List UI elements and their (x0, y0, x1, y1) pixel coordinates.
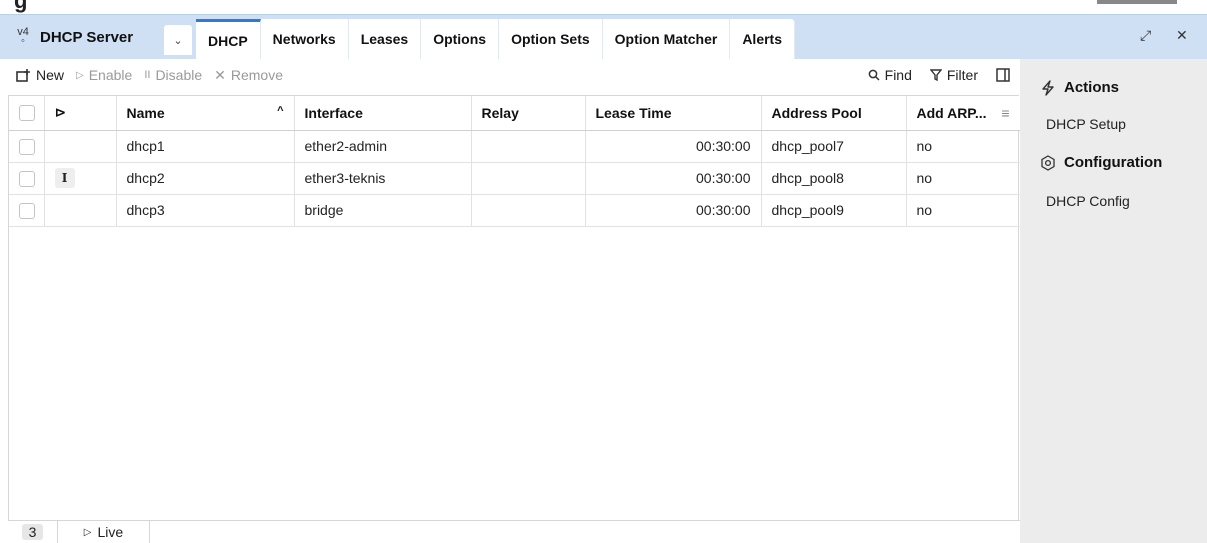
pause-icon: II (144, 69, 151, 81)
row-name: dhcp2 (116, 162, 295, 195)
row-checkbox[interactable] (19, 138, 35, 155)
play-icon: ▷ (83, 526, 92, 538)
relay-column-header[interactable]: Relay (471, 96, 586, 131)
toolbar-right-group: Find Filter (868, 59, 1010, 91)
row-checkbox[interactable] (19, 202, 35, 219)
status-bar: 3 ▷ Live (8, 520, 1020, 543)
close-window-icon[interactable]: ✕ (1176, 27, 1188, 44)
new-button[interactable]: New (16, 67, 64, 83)
side-panel: Actions DHCP Setup Configuration DHCP Co… (1020, 59, 1207, 543)
tab-networks[interactable]: Networks (260, 19, 349, 59)
lightning-icon (1042, 79, 1054, 96)
row-address-pool: dhcp_pool8 (761, 162, 907, 195)
filter-icon (929, 69, 942, 81)
row-flag: I (44, 162, 117, 195)
app-menu-dropdown[interactable]: ⌄ (164, 25, 192, 55)
window-tabbar: v4 ◦ DHCP Server ⌄ DHCP Networks Leases O… (0, 14, 1207, 59)
row-name: dhcp3 (116, 194, 295, 227)
tab-dhcp[interactable]: DHCP (196, 19, 261, 59)
column-menu-icon[interactable]: ≡ (1001, 105, 1009, 121)
row-relay (471, 194, 586, 227)
background-window-fragment: g (14, 0, 28, 13)
background-window-bar (1097, 0, 1177, 4)
configuration-section-title: Configuration (1020, 154, 1207, 171)
dhcp-icon: v4 ◦ (17, 26, 29, 47)
toggle-panel-button[interactable] (996, 68, 1010, 82)
new-item-icon (16, 68, 30, 82)
background-window-strip: g (0, 0, 1207, 14)
lease-time-column-header[interactable]: Lease Time (585, 96, 762, 131)
row-interface: ether2-admin (294, 130, 472, 163)
tab-alerts[interactable]: Alerts (730, 19, 795, 59)
flag-icon: ⊳ (54, 104, 67, 121)
restore-window-icon[interactable]: ⤢ (1140, 27, 1151, 44)
row-relay (471, 130, 586, 163)
toolbar: New ▷ Enable II Disable ✕ Remove Find Fi… (0, 59, 1020, 91)
sort-ascending-icon: ^ (277, 104, 284, 117)
row-lease-time: 00:30:00 (585, 130, 762, 163)
invalid-flag-badge: I (54, 168, 75, 188)
tab-options[interactable]: Options (421, 19, 500, 59)
filter-button[interactable]: Filter (929, 67, 978, 83)
dhcp-setup-link[interactable]: DHCP Setup (1020, 116, 1207, 132)
panel-icon (996, 68, 1010, 82)
app-title: v4 ◦ DHCP Server (14, 15, 133, 59)
row-lease-time: 00:30:00 (585, 162, 762, 195)
dhcp-server-table: ⊳ Name ^ Interface Relay Lease Time Addr… (8, 95, 1021, 520)
tab-option-sets[interactable]: Option Sets (499, 19, 603, 59)
row-add-arp: no (906, 130, 1021, 163)
row-address-pool: dhcp_pool7 (761, 130, 907, 163)
live-toggle[interactable]: ▷ Live (58, 520, 150, 543)
interface-column-header[interactable]: Interface (294, 96, 472, 131)
select-all-checkbox[interactable] (9, 96, 45, 131)
row-add-arp: no (906, 194, 1021, 227)
tab-leases[interactable]: Leases (348, 19, 422, 59)
actions-section-title: Actions (1020, 79, 1207, 96)
row-name: dhcp1 (116, 130, 295, 163)
add-arp-column-header[interactable]: Add ARP... ≡ (906, 96, 1021, 131)
disable-button[interactable]: II Disable (144, 67, 202, 83)
row-add-arp: no (906, 162, 1021, 195)
dhcp-config-link[interactable]: DHCP Config (1020, 193, 1207, 209)
play-icon: ▷ (76, 69, 84, 81)
row-interface: bridge (294, 194, 472, 227)
gear-icon (1041, 154, 1055, 171)
remove-icon: ✕ (214, 66, 226, 83)
table-row[interactable]: dhcp1 ether2-admin 00:30:00 dhcp_pool7 n… (9, 130, 1021, 163)
table-row[interactable]: dhcp3 bridge 00:30:00 dhcp_pool9 no (9, 194, 1021, 227)
name-column-header[interactable]: Name ^ (116, 96, 295, 131)
app-title-text: DHCP Server (40, 28, 134, 46)
table-row[interactable]: I dhcp2 ether3-teknis 00:30:00 dhcp_pool… (9, 162, 1021, 195)
find-button[interactable]: Find (868, 67, 912, 83)
item-count: 3 (8, 520, 58, 543)
row-lease-time: 00:30:00 (585, 194, 762, 227)
tab-option-matcher[interactable]: Option Matcher (602, 19, 731, 59)
row-flag (44, 194, 117, 227)
enable-button[interactable]: ▷ Enable (76, 67, 132, 83)
row-flag (44, 130, 117, 163)
tab-strip: DHCP Networks Leases Options Option Sets… (196, 19, 795, 59)
address-pool-column-header[interactable]: Address Pool (761, 96, 907, 131)
row-relay (471, 162, 586, 195)
row-address-pool: dhcp_pool9 (761, 194, 907, 227)
remove-button[interactable]: ✕ Remove (214, 67, 283, 84)
table-header-row: ⊳ Name ^ Interface Relay Lease Time Addr… (9, 96, 1021, 131)
row-checkbox[interactable] (19, 170, 35, 187)
row-interface: ether3-teknis (294, 162, 472, 195)
search-icon (868, 69, 880, 81)
flags-column-header[interactable]: ⊳ (44, 96, 117, 131)
chevron-down-icon: ⌄ (173, 34, 183, 47)
